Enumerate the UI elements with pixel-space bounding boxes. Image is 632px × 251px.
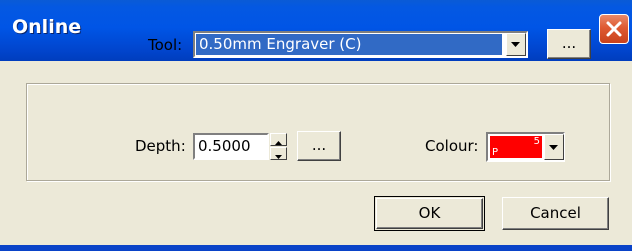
spin-up-button[interactable] (270, 133, 287, 146)
cancel-button[interactable]: Cancel (502, 197, 609, 230)
colour-dropdown[interactable]: P 5 (486, 132, 565, 162)
depth-input[interactable]: 0.5000 (193, 133, 269, 160)
window-bottom-border (0, 245, 632, 251)
close-icon (606, 21, 622, 37)
tool-label: Tool: (148, 36, 183, 54)
close-button[interactable] (599, 14, 629, 44)
swatch-left-text: P (492, 147, 499, 158)
chevron-down-icon (549, 145, 558, 150)
swatch-right-text: 5 (533, 136, 540, 147)
tool-browse-button[interactable]: ... (547, 29, 591, 59)
colour-dropdown-button[interactable] (544, 134, 564, 160)
spin-down-button[interactable] (270, 147, 287, 160)
ok-button[interactable]: OK (376, 198, 483, 229)
arrow-down-icon (275, 155, 282, 159)
depth-label: Depth: (135, 137, 186, 155)
window-title: Online (12, 16, 82, 38)
colour-label: Colour: (425, 137, 479, 155)
colour-swatch: P 5 (490, 136, 542, 158)
tool-selected-value: 0.50mm Engraver (C) (196, 34, 502, 55)
chevron-down-icon (511, 42, 520, 47)
depth-browse-button[interactable]: ... (297, 131, 341, 161)
tool-dropdown-button[interactable] (506, 33, 526, 56)
tool-dropdown[interactable]: 0.50mm Engraver (C) (193, 31, 528, 58)
depth-spinner[interactable] (270, 133, 287, 160)
